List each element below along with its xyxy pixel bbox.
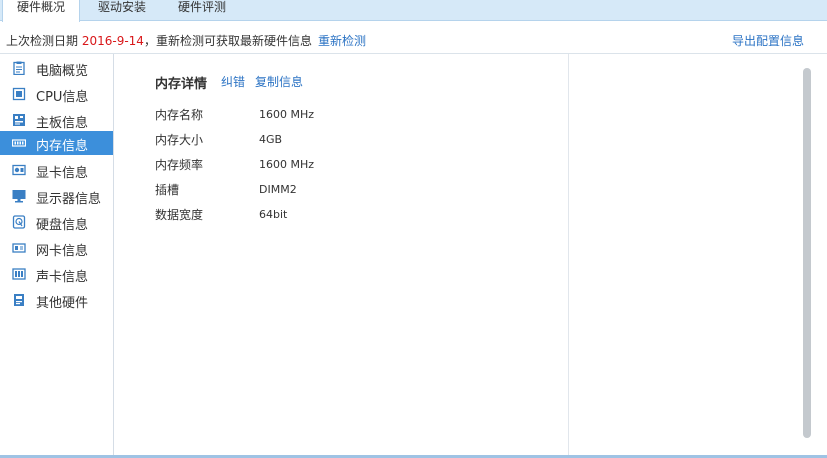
sidebar-item-label: 网卡信息 — [36, 244, 89, 259]
detection-suffix: ，重新检测可获取最新硬件信息 — [143, 34, 312, 48]
sidebar-item-label: 主板信息 — [36, 116, 89, 131]
detail-title: 内存详情 — [155, 77, 208, 92]
sidebar-item-graphics-card[interactable]: 显卡信息 — [0, 158, 113, 182]
property-label: 插槽 — [155, 183, 180, 197]
property-label: 内存名称 — [155, 108, 204, 122]
property-value: DIMM2 — [259, 183, 297, 196]
sidebar-item-sound-card[interactable]: 声卡信息 — [0, 262, 113, 286]
property-value: 1600 MHz — [259, 158, 315, 171]
memory-detail-panel: 内存详情 纠错 复制信息 内存名称 1600 MHz 内存大小 4GB 内存频率… — [115, 54, 569, 458]
hard-disk-icon — [12, 215, 26, 229]
sidebar-item-motherboard[interactable]: 主板信息 — [0, 108, 113, 132]
property-row: 内存大小 4GB — [155, 131, 555, 151]
sidebar-item-computer-overview[interactable]: 电脑概览 — [0, 56, 113, 80]
detection-date: 2016-9-14 — [81, 34, 144, 48]
sidebar-item-label: 内存信息 — [36, 139, 89, 154]
sidebar-item-other-hardware[interactable]: 其他硬件 — [0, 288, 113, 312]
detection-prefix: 上次检测日期 — [6, 34, 82, 48]
sidebar-item-label: 声卡信息 — [36, 270, 89, 285]
tab-hardware-overview[interactable]: 硬件概况 — [2, 0, 80, 22]
detection-info-bar: 上次检测日期 2016-9-14，重新检测可获取最新硬件信息 重新检测 导出配置… — [0, 22, 827, 54]
sidebar-item-label: CPU信息 — [36, 90, 89, 105]
other-hardware-icon — [14, 294, 24, 306]
scrollbar-thumb[interactable] — [803, 68, 811, 438]
monitor-icon — [12, 190, 26, 203]
motherboard-icon — [13, 114, 25, 126]
last-detection-text: 上次检测日期 2016-9-14，重新检测可获取最新硬件信息 — [6, 32, 312, 49]
memory-icon — [12, 139, 26, 147]
side-pane — [568, 54, 827, 458]
sidebar-item-label: 硬盘信息 — [36, 218, 89, 233]
sidebar-item-monitor[interactable]: 显示器信息 — [0, 184, 113, 208]
sidebar: 电脑概览 CPU信息 主板信息 内存信息 显卡信息 显示器信息 硬盘信息 网卡信… — [0, 54, 114, 458]
sidebar-item-network-card[interactable]: 网卡信息 — [0, 236, 113, 260]
tab-driver-install[interactable]: 驱动安装 — [82, 0, 162, 21]
report-error-link[interactable]: 纠错 — [221, 73, 245, 90]
sidebar-item-label: 电脑概览 — [36, 64, 89, 79]
cpu-icon — [12, 87, 26, 101]
property-label: 内存大小 — [155, 133, 204, 147]
sidebar-item-label: 显示器信息 — [36, 192, 102, 207]
sidebar-item-label: 显卡信息 — [36, 166, 89, 181]
export-config-link[interactable]: 导出配置信息 — [732, 32, 804, 49]
graphics-card-icon — [12, 164, 26, 176]
property-row: 插槽 DIMM2 — [155, 181, 555, 201]
sidebar-item-cpu[interactable]: CPU信息 — [0, 82, 113, 106]
property-label: 数据宽度 — [155, 208, 204, 222]
sidebar-item-hard-disk[interactable]: 硬盘信息 — [0, 210, 113, 234]
property-row: 数据宽度 64bit — [155, 206, 555, 226]
sound-card-icon — [12, 268, 26, 280]
property-row: 内存名称 1600 MHz — [155, 106, 555, 126]
property-label: 内存频率 — [155, 158, 204, 172]
clipboard-icon — [13, 61, 25, 75]
network-card-icon — [12, 243, 26, 253]
property-value: 1600 MHz — [259, 108, 315, 121]
copy-info-link[interactable]: 复制信息 — [255, 73, 303, 90]
property-value: 4GB — [259, 133, 283, 146]
property-value: 64bit — [259, 208, 288, 221]
tab-hardware-benchmark[interactable]: 硬件评测 — [162, 0, 242, 21]
sidebar-item-memory[interactable]: 内存信息 — [0, 131, 113, 155]
tab-bar: 硬件概况 驱动安装 硬件评测 — [0, 0, 827, 22]
recheck-link[interactable]: 重新检测 — [318, 32, 366, 49]
sidebar-item-label: 其他硬件 — [36, 296, 89, 311]
vertical-scrollbar[interactable] — [803, 68, 811, 438]
property-row: 内存频率 1600 MHz — [155, 156, 555, 176]
